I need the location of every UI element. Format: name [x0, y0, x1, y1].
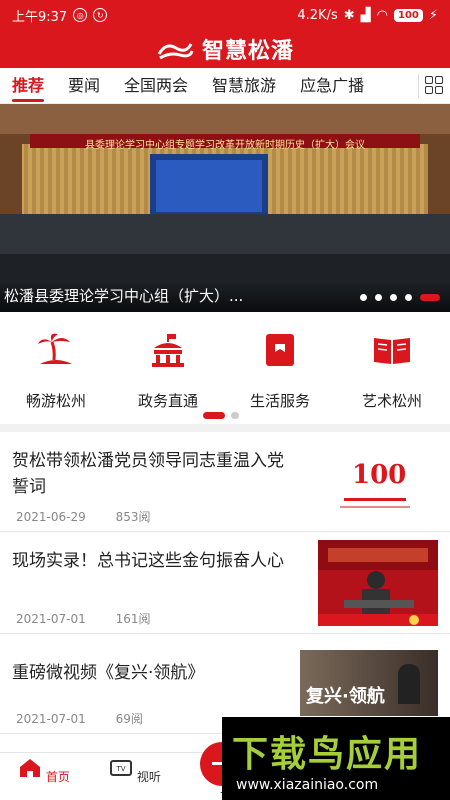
quick-item-label: 生活服务: [249, 392, 310, 410]
news-read-count: 161阅: [115, 612, 151, 626]
bookmark-icon: [266, 334, 294, 366]
charging-icon: ⚡: [428, 7, 438, 23]
nav-label: 首页: [45, 770, 70, 784]
svg-text:TV: TV: [116, 765, 126, 773]
quick-menu: 畅游松州 政务直通 生活服务 艺术松州: [0, 312, 450, 424]
quick-item-government[interactable]: 政务直通: [112, 330, 224, 411]
news-read-count: 69阅: [115, 712, 143, 726]
carousel-dot-active: [420, 294, 440, 301]
tab-headlines[interactable]: 要闻: [68, 68, 100, 104]
banner-caption: 松潘县委理论学习中心组（扩大）...: [4, 287, 244, 305]
news-meta: 2021-07-01 161阅: [16, 610, 176, 627]
carousel-dot: [360, 294, 367, 301]
news-read-count: 853阅: [115, 510, 151, 524]
news-title: 重磅微视频《复兴·领航》: [12, 663, 205, 683]
news-title: 现场实录！总书记这些金句振奋人心: [12, 551, 284, 571]
category-tabs: 推荐 要闻 全国两会 智慧旅游 应急广播: [0, 68, 450, 104]
status-time: 上午9:37: [12, 9, 68, 25]
news-meta: 2021-07-01 69阅: [16, 710, 169, 727]
news-thumbnail: 复兴·领航: [300, 650, 438, 716]
carousel-dot: [390, 294, 397, 301]
page-dot-active: [203, 412, 225, 419]
wifi-icon: ◠: [376, 7, 388, 23]
signal-icon: ▟: [360, 7, 371, 23]
quick-item-label: 艺术松州: [361, 392, 422, 410]
app-title: 智慧松潘: [201, 39, 294, 64]
watermark: 下载鸟应用 www.xiazainiao.com: [222, 717, 450, 800]
carousel-dot: [375, 294, 382, 301]
quick-item-arts[interactable]: 艺术松州: [336, 330, 448, 411]
nav-label: 视听: [136, 770, 161, 784]
home-icon: [20, 759, 41, 777]
quick-item-label: 畅游松州: [25, 392, 86, 410]
quick-item-label: 政务直通: [137, 392, 198, 410]
palm-tree-icon: [38, 333, 72, 364]
banner-carousel[interactable]: 县委理论学习中心组专题学习改革开放新时期历史（扩大）会议 松潘县委理论学习中心组…: [0, 104, 450, 312]
quick-item-tourism[interactable]: 畅游松州: [0, 330, 112, 411]
network-speed: 4.2K/s: [297, 7, 338, 23]
tab-smart-tourism[interactable]: 智慧旅游: [212, 68, 276, 104]
news-date: 2021-07-01: [16, 612, 86, 626]
app-header: 上午9:37 ◎ ↻ 4.2K/s ✱ ▟ ◠ 100 ⚡ 智慧松潘: [0, 0, 450, 68]
news-item[interactable]: 现场实录！总书记这些金句振奋人心 2021-07-01 161阅: [0, 532, 450, 634]
banner-slide-text: 县委理论学习中心组专题学习改革开放新时期历史（扩大）会议: [85, 140, 365, 151]
tv-icon: TV: [110, 760, 133, 776]
news-thumbnail: 100: [312, 450, 438, 530]
news-thumbnail: [318, 540, 438, 626]
tab-two-sessions[interactable]: 全国两会: [124, 68, 188, 104]
quick-item-life-services[interactable]: 生活服务: [224, 330, 336, 411]
thumbnail-text: 复兴·领航: [306, 686, 385, 707]
section-divider: [0, 424, 450, 432]
tab-emergency-broadcast[interactable]: 应急广播: [300, 68, 364, 104]
watermark-url: www.xiazainiao.com: [236, 777, 379, 793]
news-meta: 2021-06-29 853阅: [16, 508, 176, 525]
news-item[interactable]: 贺松带领松潘党员领导同志重温入党誓词 2021-06-29 853阅 100: [0, 432, 450, 532]
battery-icon: 100: [393, 8, 423, 22]
news-date: 2021-07-01: [16, 712, 86, 726]
tab-recommend[interactable]: 推荐: [12, 68, 45, 104]
nav-home[interactable]: 首页: [14, 757, 74, 785]
carousel-indicator: [360, 294, 440, 301]
nav-audio-video[interactable]: TV 视听: [105, 757, 165, 785]
status-bar: 上午9:37 ◎ ↻ 4.2K/s ✱ ▟ ◠ 100 ⚡: [0, 0, 450, 30]
news-date: 2021-06-29: [16, 510, 86, 524]
all-channels-grid-icon[interactable]: [418, 74, 444, 98]
page-dot: [231, 412, 239, 419]
watermark-title: 下载鸟应用: [232, 734, 423, 775]
carousel-dot: [405, 294, 412, 301]
quick-menu-page-indicator: [203, 412, 239, 419]
notification-icon: ◎: [73, 8, 88, 22]
thumbnail-text: 100: [352, 460, 407, 490]
sync-icon: ↻: [93, 8, 108, 22]
open-book-icon: [374, 338, 410, 364]
government-building-icon: [152, 334, 184, 367]
news-title: 贺松带领松潘党员领导同志重温入党誓词: [12, 451, 284, 497]
bluetooth-icon: ✱: [343, 7, 355, 23]
app-logo-icon: [157, 43, 194, 60]
app-brand: 智慧松潘: [0, 30, 450, 68]
